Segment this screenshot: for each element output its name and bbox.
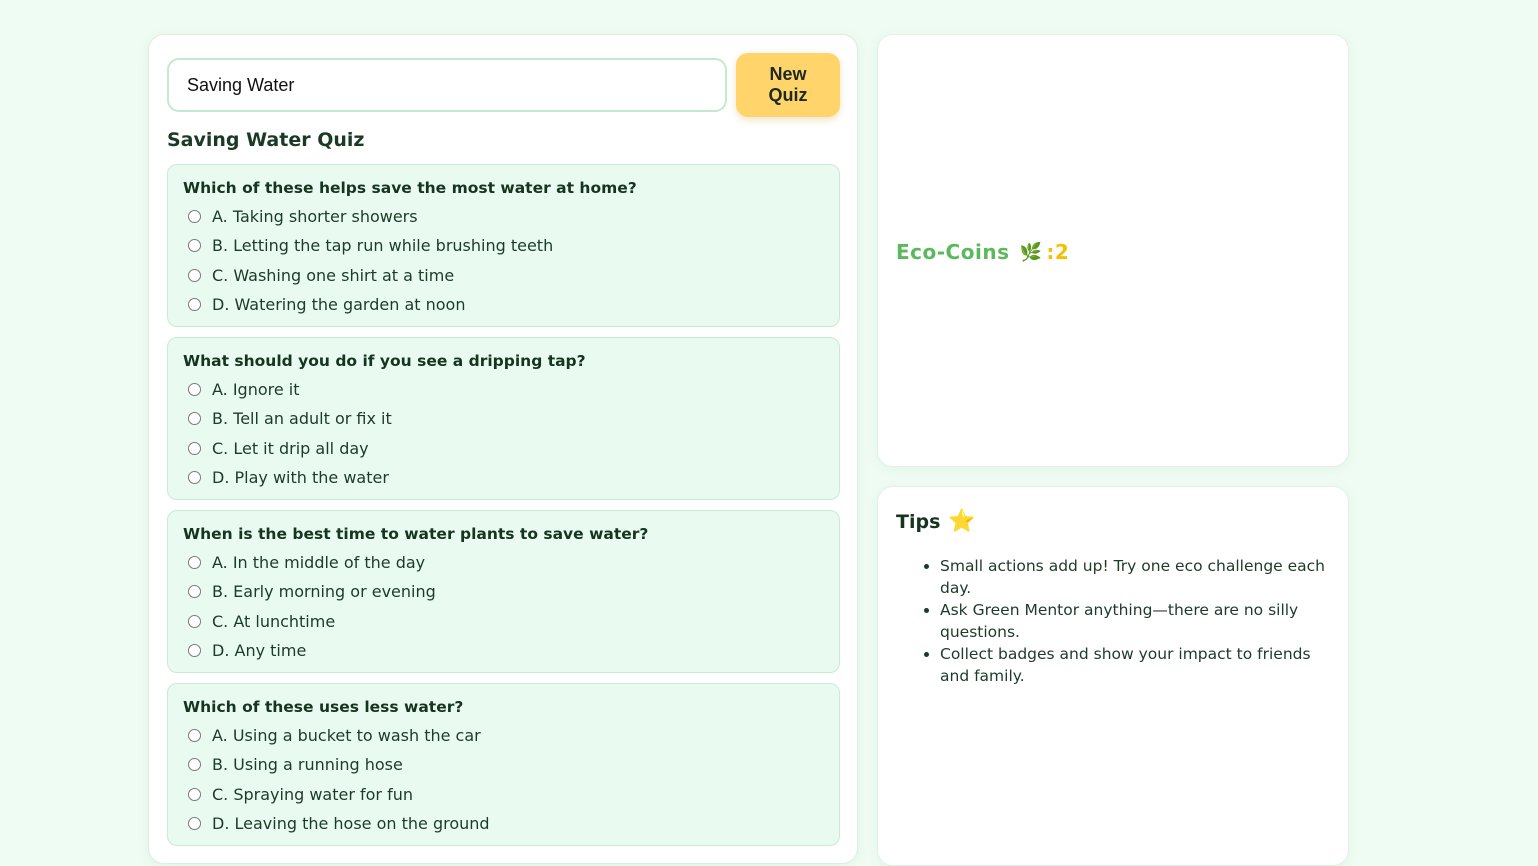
topic-input[interactable] [167, 58, 727, 112]
tips-title: Tips [896, 510, 941, 533]
answer-option[interactable]: C. Spraying water for fun [183, 780, 824, 809]
question-text: Which of these uses less water? [183, 698, 464, 716]
tip-item: Ask Green Mentor anything—there are no s… [940, 599, 1335, 643]
radio-button[interactable] [188, 787, 201, 801]
radio-button[interactable] [188, 471, 201, 485]
radio-button[interactable] [188, 412, 201, 426]
eco-coins-count: 2 [1054, 240, 1070, 264]
answer-option[interactable]: A. Ignore it [183, 375, 824, 404]
coin-separator: : [1046, 240, 1055, 264]
answer-option[interactable]: D. Leaving the hose on the ground [183, 809, 824, 838]
leaf-icon: 🌿 [1019, 241, 1043, 263]
question-card: Which of these uses less water? A. Using… [167, 683, 840, 846]
option-label: B. Tell an adult or fix it [212, 409, 392, 429]
option-label: C. Washing one shirt at a time [212, 265, 455, 285]
option-label: B. Using a running hose [212, 755, 403, 775]
radio-button[interactable] [188, 441, 201, 455]
question-text: When is the best time to water plants to… [183, 525, 649, 543]
radio-button[interactable] [188, 298, 201, 312]
answer-option[interactable]: B. Using a running hose [183, 750, 824, 779]
option-label: D. Watering the garden at noon [212, 295, 466, 315]
question-card: What should you do if you see a dripping… [167, 337, 840, 500]
eco-coins-panel: Eco-Coins 🌿 : 2 [877, 34, 1349, 467]
option-label: A. Using a bucket to wash the car [212, 726, 481, 746]
option-label: C. Spraying water for fun [212, 784, 414, 804]
option-label: A. Ignore it [212, 380, 300, 400]
tip-item: Small actions add up! Try one eco challe… [940, 555, 1335, 599]
answer-option[interactable]: D. Any time [183, 636, 824, 665]
radio-button[interactable] [188, 644, 201, 658]
option-label: C. At lunchtime [212, 611, 336, 631]
option-label: B. Letting the tap run while brushing te… [212, 236, 554, 256]
radio-button[interactable] [188, 210, 201, 224]
quiz-title: Saving Water Quiz [167, 129, 365, 151]
quiz-panel: New Quiz Saving Water Quiz Which of thes… [148, 34, 858, 864]
star-icon: ⭐ [948, 509, 976, 534]
question-text: Which of these helps save the most water… [183, 179, 637, 197]
eco-coins-display: Eco-Coins 🌿 : 2 [896, 240, 1069, 264]
radio-button[interactable] [188, 268, 201, 282]
tips-panel: Tips ⭐ Small actions add up! Try one eco… [877, 486, 1349, 866]
answer-option[interactable]: D. Play with the water [183, 463, 824, 492]
radio-button[interactable] [188, 758, 201, 772]
tip-item: Collect badges and show your impact to f… [940, 643, 1335, 687]
answer-option[interactable]: A. Using a bucket to wash the car [183, 721, 824, 750]
question-list: Which of these helps save the most water… [167, 164, 840, 856]
answer-option[interactable]: A. In the middle of the day [183, 548, 824, 577]
option-label: A. Taking shorter showers [212, 207, 418, 227]
answer-option[interactable]: D. Watering the garden at noon [183, 290, 824, 319]
option-label: B. Early morning or evening [212, 582, 436, 602]
option-label: D. Leaving the hose on the ground [212, 814, 490, 834]
radio-button[interactable] [188, 383, 201, 397]
eco-coins-label: Eco-Coins [896, 240, 1010, 264]
answer-option[interactable]: B. Early morning or evening [183, 577, 824, 606]
answer-option[interactable]: C. Let it drip all day [183, 434, 824, 463]
option-label: C. Let it drip all day [212, 438, 369, 458]
question-card: Which of these helps save the most water… [167, 164, 840, 327]
question-card: When is the best time to water plants to… [167, 510, 840, 673]
option-label: A. In the middle of the day [212, 553, 426, 573]
answer-option[interactable]: C. At lunchtime [183, 607, 824, 636]
tips-heading: Tips ⭐ [896, 509, 976, 534]
answer-option[interactable]: C. Washing one shirt at a time [183, 261, 824, 290]
radio-button[interactable] [188, 585, 201, 599]
answer-option[interactable]: B. Tell an adult or fix it [183, 404, 824, 433]
radio-button[interactable] [188, 817, 201, 831]
radio-button[interactable] [188, 556, 201, 570]
answer-option[interactable]: B. Letting the tap run while brushing te… [183, 231, 824, 260]
radio-button[interactable] [188, 239, 201, 253]
tips-list: Small actions add up! Try one eco challe… [940, 555, 1335, 687]
radio-button[interactable] [188, 614, 201, 628]
new-quiz-button[interactable]: New Quiz [736, 53, 840, 117]
answer-option[interactable]: A. Taking shorter showers [183, 202, 824, 231]
question-text: What should you do if you see a dripping… [183, 352, 586, 370]
option-label: D. Play with the water [212, 468, 389, 488]
option-label: D. Any time [212, 641, 307, 661]
radio-button[interactable] [188, 729, 201, 743]
